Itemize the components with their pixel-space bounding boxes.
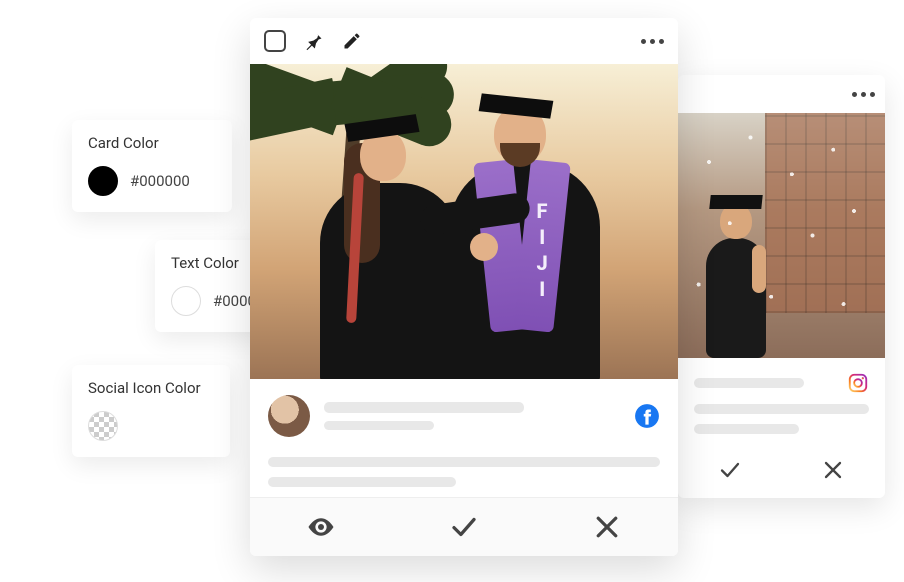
reject-button[interactable]: [821, 458, 845, 482]
primary-post-card: FIJI: [250, 18, 678, 556]
reject-button[interactable]: [592, 512, 622, 542]
skeleton-line: [268, 477, 456, 487]
skeleton-line: [694, 378, 804, 388]
social-icon-color-title: Social Icon Color: [88, 379, 214, 397]
select-checkbox[interactable]: [264, 30, 286, 52]
approve-button[interactable]: [449, 512, 479, 542]
skeleton-line: [694, 404, 869, 414]
post-photo: [678, 113, 885, 358]
skeleton-line: [324, 421, 434, 430]
card-color-swatch[interactable]: [88, 166, 118, 196]
more-icon[interactable]: [641, 39, 664, 44]
facebook-icon: [634, 403, 660, 429]
social-icon-color-panel: Social Icon Color: [72, 365, 230, 457]
secondary-post-card: [678, 75, 885, 498]
skeleton-line: [324, 402, 524, 413]
card-color-panel: Card Color #000000: [72, 120, 232, 212]
post-photo: FIJI: [250, 64, 678, 379]
stole-text: FIJI: [530, 199, 554, 303]
more-icon[interactable]: [852, 92, 875, 97]
skeleton-line: [694, 424, 799, 434]
instagram-icon: [847, 372, 869, 394]
skeleton-line: [268, 457, 660, 467]
text-color-swatch[interactable]: [171, 286, 201, 316]
social-icon-color-swatch[interactable]: [88, 411, 118, 441]
card-color-hex: #000000: [130, 172, 190, 190]
pencil-icon[interactable]: [342, 31, 362, 51]
avatar[interactable]: [268, 395, 310, 437]
preview-button[interactable]: [306, 512, 336, 542]
approve-button[interactable]: [718, 458, 742, 482]
pin-icon[interactable]: [304, 31, 324, 51]
card-color-title: Card Color: [88, 134, 216, 152]
